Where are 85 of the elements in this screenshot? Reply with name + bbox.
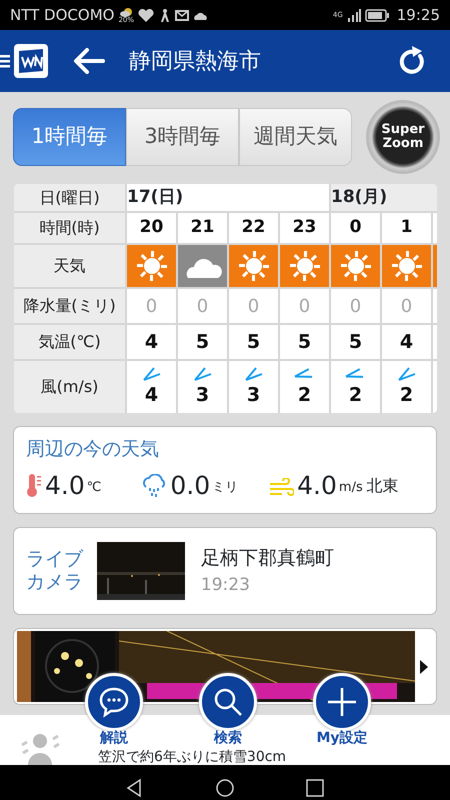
hour-cell: 23	[280, 213, 329, 243]
reading-value: 0.0	[170, 472, 210, 498]
camera-time: 19:23	[200, 574, 251, 596]
home-icon	[215, 778, 235, 798]
precip-cell: 0	[331, 289, 380, 323]
moon-cloud-icon	[119, 6, 134, 16]
app-title: 静岡県熱海市	[129, 48, 262, 76]
tab[interactable]: 1時間毎	[13, 108, 126, 166]
search-icon	[212, 686, 244, 718]
tab[interactable]: 3時間毎	[126, 108, 239, 166]
reading-unit: m/s	[338, 479, 363, 497]
card-title: 周辺の今の天気	[26, 437, 160, 462]
temp-cell: 5	[280, 325, 329, 359]
carrier-name: NTT DOCOMO	[10, 4, 114, 26]
walker-icon	[158, 8, 171, 22]
plus-icon	[326, 686, 358, 718]
row-label: 気温(℃)	[14, 325, 125, 359]
refresh-button[interactable]	[398, 46, 426, 76]
menu-icon	[0, 53, 10, 69]
menu-button[interactable]	[0, 43, 49, 79]
wind-speed: 3	[246, 382, 260, 408]
fab-label: 解説	[100, 731, 128, 745]
reading-unit: ℃	[86, 479, 102, 497]
date-label: 17(日)	[127, 184, 329, 211]
fab-button[interactable]	[313, 673, 371, 731]
fab-label: 検索	[214, 731, 242, 745]
hour-cell: 22	[229, 213, 278, 243]
precip-cell: 0	[280, 289, 329, 323]
refresh-icon	[398, 46, 426, 76]
wind-speed: 2	[400, 382, 414, 408]
temp-cell: 4	[382, 325, 431, 359]
row-label: 天気	[14, 245, 125, 287]
wind-speed: 3	[196, 382, 210, 408]
fab-label: My設定	[316, 731, 368, 745]
hour-cell: 0	[331, 213, 380, 243]
super-zoom-label: Zoom	[382, 137, 424, 151]
home-button[interactable]	[215, 778, 235, 798]
tab[interactable]: 週間天気	[239, 108, 352, 166]
camera-location: 足柄下郡真鶴町	[200, 546, 334, 571]
hour-cell: 20	[127, 213, 176, 243]
camera-label: ライブカメラ	[26, 548, 84, 594]
back-arrow-icon	[73, 48, 105, 74]
precip-cell: 0	[178, 289, 227, 323]
recents-button[interactable]	[305, 778, 325, 798]
mail-icon	[175, 10, 189, 20]
row-label: 風(m/s)	[14, 361, 125, 413]
wind-icon	[268, 478, 294, 498]
hour-cell: 21	[178, 213, 227, 243]
precip-cell: 0	[229, 289, 278, 323]
fab-button[interactable]	[199, 673, 257, 731]
precip-cell: 0	[382, 289, 431, 323]
wind-speed: 4	[144, 382, 158, 408]
wind-speed: 2	[348, 382, 362, 408]
recents-icon	[305, 778, 325, 798]
speech-bubble-icon	[98, 686, 130, 718]
row-label: 降水量(ミリ)	[14, 289, 125, 323]
row-label: 時間(時)	[14, 213, 125, 243]
signal-icon	[346, 8, 361, 22]
date-label: 18(月)	[331, 184, 437, 211]
temp-cell: 5	[229, 325, 278, 359]
cloud-icon	[193, 10, 208, 20]
temp-cell: 5	[331, 325, 380, 359]
reading-value: 4.0	[45, 472, 85, 498]
heart-icon	[138, 8, 154, 22]
reading-unit: ミリ	[212, 479, 238, 497]
back-button[interactable]	[73, 48, 105, 74]
wind-speed: 2	[298, 382, 312, 408]
precip-cell: 0	[127, 289, 176, 323]
next-arrow-icon	[420, 660, 428, 674]
fab-button[interactable]	[85, 673, 143, 731]
wind-direction: 北東	[366, 474, 399, 496]
super-zoom-button[interactable]: Super Zoom	[369, 103, 437, 171]
row-label: 日(曜日)	[14, 184, 125, 211]
clock-time: 19:25	[396, 4, 440, 26]
super-zoom-label: Super	[381, 123, 425, 137]
temp-cell: 5	[178, 325, 227, 359]
person-icon	[20, 731, 60, 765]
thermometer-icon	[26, 472, 42, 498]
app-logo-icon	[13, 43, 49, 79]
rain-cloud-icon	[141, 474, 168, 498]
hour-cell: 1	[382, 213, 431, 243]
battery-icon	[364, 8, 389, 22]
temp-cell: 4	[127, 325, 176, 359]
news-ticker: 笠沢で約6年ぶりに積雪30cm	[98, 750, 286, 765]
reading-value: 4.0	[297, 472, 337, 498]
